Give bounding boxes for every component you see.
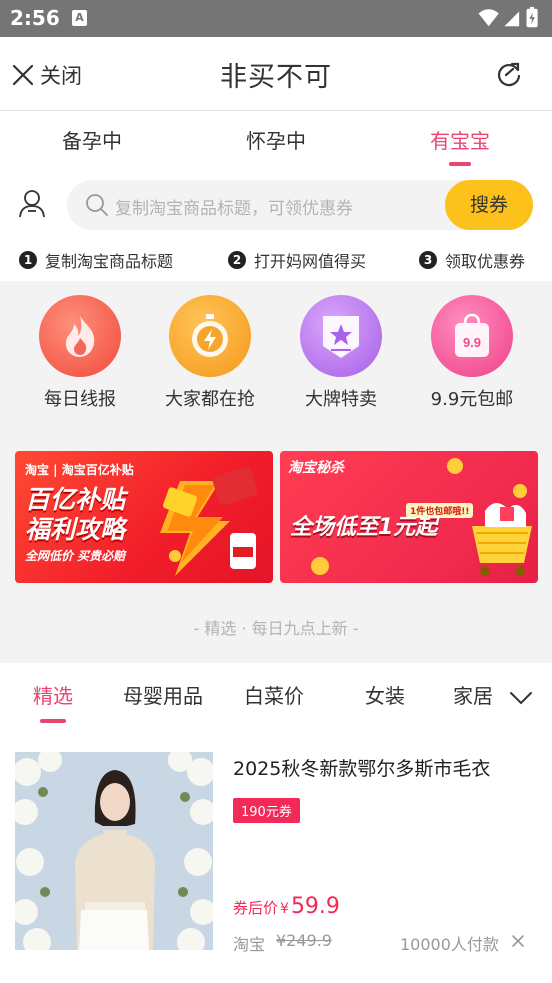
tab-preparing-label: 备孕中: [62, 129, 122, 153]
signal-icon: [504, 11, 520, 27]
feed-tab-featured[interactable]: 精选: [33, 680, 73, 723]
step-label: 复制淘宝商品标题: [45, 252, 174, 271]
status-bar: 2:56 A: [0, 0, 552, 37]
banner-subsidy-title-line2: 福利攻略: [25, 515, 126, 544]
user-icon: [19, 190, 45, 218]
dismiss-product-button[interactable]: [511, 933, 525, 952]
banner-flash-sale-tag: 淘宝秘杀: [288, 460, 344, 476]
close-icon: [512, 935, 524, 947]
tab-has-baby-label: 有宝宝: [430, 129, 490, 153]
banner-subsidy-title: 百亿补贴 福利攻略: [25, 485, 125, 545]
search-coupon-button[interactable]: 搜券: [445, 180, 533, 230]
banner-subsidy-subtitle: 全网低价 买贵必赔: [25, 549, 126, 563]
category-label: 大家都在抢: [165, 389, 255, 410]
step-number: 2: [228, 251, 246, 269]
price-label: 券后价: [233, 899, 279, 917]
step-label: 领取优惠券: [445, 252, 526, 271]
more-categories-button[interactable]: [508, 685, 534, 715]
tab-preparing[interactable]: 备孕中: [32, 125, 152, 154]
product-source: 淘宝: [233, 935, 266, 954]
tab-has-baby[interactable]: 有宝宝: [400, 125, 520, 166]
banner-subsidy[interactable]: 淘宝 | 淘宝百亿补贴 百亿补贴 福利攻略 全网低价 买贵必赔: [15, 451, 273, 583]
category-icon-wrap: 9.9: [431, 295, 513, 377]
tab-pregnant[interactable]: 怀孕中: [216, 125, 336, 154]
category-daily-deals[interactable]: 每日线报: [25, 295, 135, 411]
feed-tab-home[interactable]: 家居: [453, 680, 493, 709]
promo-area: 每日线报 大家都在抢 大牌特卖 9.9 9.9元包邮 淘宝 | 淘宝百亿补贴 百…: [0, 281, 552, 662]
step-3: 3 领取优惠券: [419, 248, 525, 272]
category-brand-sale[interactable]: 大牌特卖: [286, 295, 396, 411]
page-title: 非买不可: [220, 62, 332, 93]
product-photo: [15, 752, 213, 950]
banner-subsidy-title-line1: 百亿补贴: [25, 485, 126, 514]
feed-tab-womens-wear[interactable]: 女装: [365, 680, 405, 709]
feed-tab-bargain[interactable]: 白菜价: [244, 680, 304, 709]
product-card[interactable]: 2025秋冬新款鄂尔多斯市毛衣 190元券 券后价 ¥ 59.9 淘宝 ¥249…: [0, 730, 552, 983]
category-label: 9.9元包邮: [430, 389, 514, 410]
feed-category-tabs: 精选 母婴用品 白菜价 女装 家居: [0, 663, 552, 730]
tab-pregnant-label: 怀孕中: [246, 129, 306, 153]
category-everyone-grabbing[interactable]: 大家都在抢: [155, 295, 265, 411]
shopping-bag-icon: 9.9: [455, 313, 489, 357]
wifi-icon: [478, 9, 499, 27]
title-bar: 关闭 非买不可: [0, 37, 552, 111]
steps-guide: 1 复制淘宝商品标题 2 打开妈网值得买 3 领取优惠券: [0, 239, 552, 281]
search-input[interactable]: 复制淘宝商品标题，可领优惠券 搜券: [67, 180, 533, 230]
step-1: 1 复制淘宝商品标题: [19, 248, 173, 272]
feed-tab-baby-products[interactable]: 母婴用品: [123, 680, 203, 709]
status-time: 2:56: [10, 6, 60, 30]
banner-flash-sale-title: 全场低至1元起: [290, 515, 438, 540]
step-number: 1: [19, 251, 37, 269]
banner-subsidy-tag: 淘宝 | 淘宝百亿补贴: [25, 463, 134, 477]
active-tab-indicator: [449, 162, 471, 166]
chevron-down-icon: [510, 692, 532, 705]
price-currency: ¥: [280, 901, 289, 917]
sold-count: 10000人付款: [400, 935, 499, 954]
feed-tab-label: 家居: [453, 684, 493, 708]
step-2: 2 打开妈网值得买: [228, 248, 366, 272]
product-image: [15, 752, 213, 950]
notification-a-icon: A: [72, 10, 87, 26]
product-title: 2025秋冬新款鄂尔多斯市毛衣: [233, 758, 491, 780]
stopwatch-icon: [192, 314, 228, 357]
price-value: 59.9: [290, 894, 340, 919]
feed-tab-label: 白菜价: [244, 684, 304, 708]
feed-tab-label: 女装: [365, 684, 405, 708]
category-9-9-free-shipping[interactable]: 9.9 9.9元包邮: [417, 295, 527, 411]
category-icon-wrap: [169, 295, 251, 377]
badge-star-icon: [323, 316, 359, 358]
category-icon-wrap: [300, 295, 382, 377]
search-icon: [86, 194, 108, 216]
refresh-icon: [497, 62, 521, 87]
user-button[interactable]: [18, 189, 46, 223]
system-icons: [478, 6, 538, 28]
flame-icon: [65, 316, 95, 357]
banner-flash-sale[interactable]: 淘宝秘杀 1件也包邮哦!! 全场低至1元起: [280, 451, 538, 583]
search-bar: 复制淘宝商品标题，可领优惠券 搜券: [0, 171, 552, 239]
product-price: 券后价 ¥ 59.9: [233, 894, 340, 919]
coupon-badge: 190元券: [233, 798, 300, 823]
feed-tab-label: 精选: [33, 684, 73, 708]
category-label: 大牌特卖: [305, 389, 377, 410]
original-price: ¥249.9: [276, 931, 332, 950]
active-tab-indicator: [40, 719, 66, 723]
svg-text:9.9: 9.9: [463, 335, 481, 350]
feed-tab-label: 母婴用品: [123, 684, 203, 708]
stage-tabs: 备孕中 怀孕中 有宝宝: [0, 111, 552, 171]
refresh-button[interactable]: [496, 61, 522, 91]
search-placeholder: 复制淘宝商品标题，可领优惠券: [115, 199, 353, 219]
category-label: 每日线报: [44, 389, 116, 410]
category-icon-wrap: [39, 295, 121, 377]
step-number: 3: [419, 251, 437, 269]
step-label: 打开妈网值得买: [254, 252, 367, 271]
daily-update-note: - 精选 · 每日九点上新 -: [193, 619, 359, 638]
